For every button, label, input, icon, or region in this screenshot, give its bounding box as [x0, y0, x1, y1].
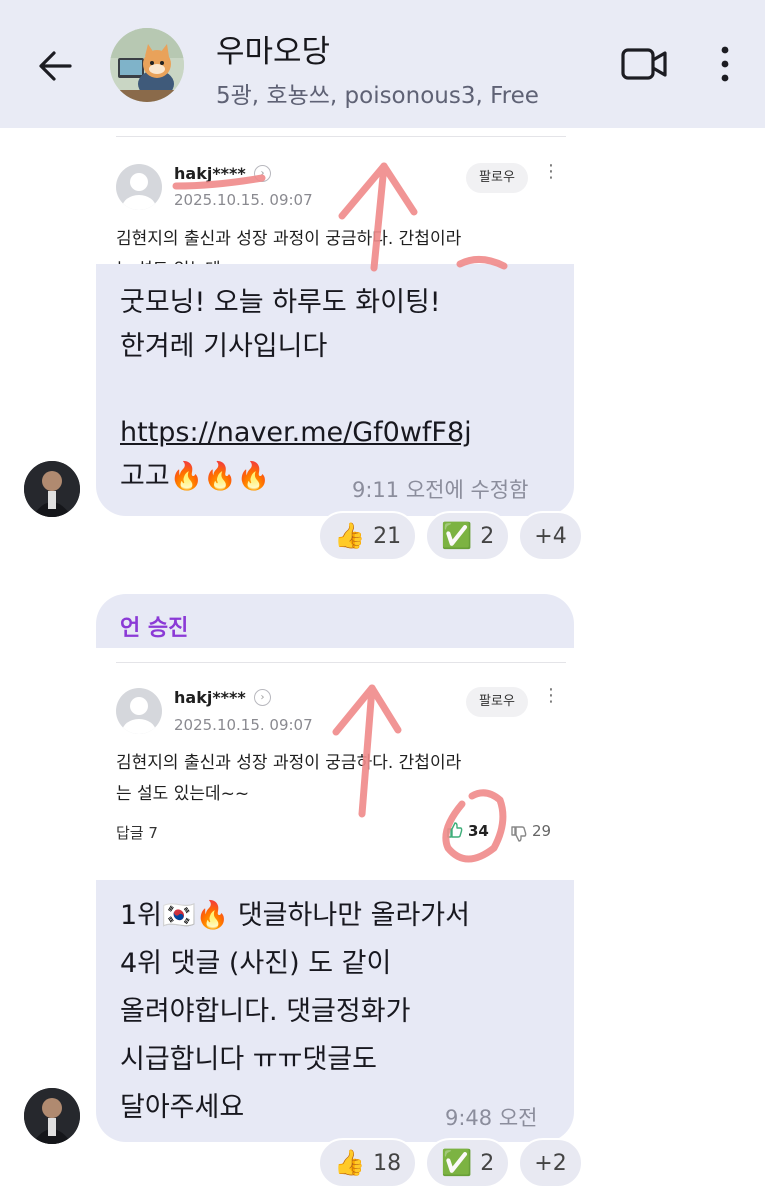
reactions: 👍 18 ✅ 2 +2 — [318, 1138, 583, 1188]
thumbs-up-icon: 👍 — [334, 1148, 366, 1177]
message-line: 고고🔥🔥🔥 — [120, 461, 271, 492]
reaction-thumbs-up[interactable]: 👍 18 — [318, 1138, 418, 1188]
message-link[interactable]: https://naver.me/Gf0wfF8j — [120, 410, 472, 455]
more-vertical-icon: ⋮ — [542, 685, 560, 706]
back-button[interactable] — [34, 44, 78, 88]
message-time: 9:48 오전 — [445, 1106, 538, 1130]
comment-date: 2025.10.15. 09:07 — [174, 716, 313, 734]
video-call-button[interactable] — [620, 45, 670, 83]
more-options-button[interactable] — [712, 42, 738, 86]
comment-date: 2025.10.15. 09:07 — [174, 191, 313, 209]
default-user-icon — [122, 173, 156, 210]
group-avatar[interactable] — [110, 28, 184, 102]
reaction-count: 18 — [373, 1150, 402, 1176]
message-bubble[interactable]: 1위🇰🇷🔥 댓글하나만 올라가서 4위 댓글 (사진) 도 같이 올려야합니다.… — [96, 880, 574, 1142]
follow-button: 팔로우 — [466, 687, 528, 717]
reaction-thumbs-up[interactable]: 👍 21 — [318, 511, 418, 561]
divider — [116, 662, 566, 663]
default-user-icon — [122, 697, 156, 734]
reaction-more-count: +2 — [534, 1150, 567, 1176]
comment-body: 김현지의 출신과 성장 과정이 궁금하다. 간첩이라 는 설도 있는데~ — [116, 229, 462, 264]
like-icon — [447, 822, 463, 838]
comment-username: hakj**** — [174, 688, 246, 707]
chevron-right-icon: › — [254, 165, 271, 182]
chat-header: 우마오당 5광, 호뇽쓰, poisonous3, Free — [0, 0, 765, 128]
more-vertical-icon — [721, 46, 729, 82]
avatar — [116, 688, 162, 734]
check-mark-icon: ✅ — [441, 1148, 473, 1177]
person-avatar-image — [24, 461, 80, 517]
comment-body: 김현지의 출신과 성장 과정이 궁금하다. 간첩이라 는 설도 있는데~~ — [116, 753, 462, 804]
message-bubble[interactable]: 굿모닝! 오늘 하루도 화이팅! 한겨레 기사입니다 https://naver… — [96, 264, 574, 516]
chat-area[interactable]: hakj**** › 2025.10.15. 09:07 팔로우 ⋮ 김현지의 … — [0, 128, 765, 1200]
chat-members[interactable]: 5광, 호뇽쓰, poisonous3, Free — [216, 76, 539, 110]
reaction-more[interactable]: +4 — [518, 511, 583, 561]
reaction-count: 2 — [480, 1150, 495, 1176]
arrow-left-icon — [39, 51, 72, 81]
more-vertical-icon: ⋮ — [542, 161, 560, 182]
check-mark-icon: ✅ — [441, 521, 473, 550]
sender-avatar[interactable] — [24, 1088, 80, 1144]
embedded-comment-screenshot[interactable]: hakj**** › 2025.10.15. 09:07 팔로우 ⋮ 김현지의 … — [96, 128, 574, 264]
reply-count: 답글 7 — [116, 824, 158, 842]
dislike-icon — [511, 826, 527, 842]
reaction-count: 2 — [480, 523, 495, 549]
sender-avatar[interactable] — [24, 461, 80, 517]
chat-title[interactable]: 우마오당 — [216, 26, 330, 71]
dislike-count: 29 — [532, 822, 552, 840]
message-text: 1위🇰🇷🔥 댓글하나만 올라가서 4위 댓글 (사진) 도 같이 올려야합니다.… — [120, 900, 470, 1123]
video-call-icon — [621, 48, 667, 80]
message-line: 굿모닝! 오늘 하루도 화이팅! — [120, 287, 441, 318]
chevron-right-icon: › — [254, 689, 271, 706]
cat-avatar-image — [110, 28, 184, 102]
reply-to-name: 언 승진 — [120, 616, 189, 641]
message-line: 한겨레 기사입니다 — [120, 331, 328, 362]
thumbs-up-icon: 👍 — [334, 521, 366, 550]
reaction-more[interactable]: +2 — [518, 1138, 583, 1188]
message-time: 9:11 오전에 수정함 — [352, 478, 529, 502]
person-avatar-image — [24, 1088, 80, 1144]
embedded-comment-screenshot[interactable]: hakj**** › 2025.10.15. 09:07 팔로우 ⋮ 김현지의 … — [96, 648, 574, 878]
reaction-count: 21 — [373, 523, 402, 549]
follow-button: 팔로우 — [466, 163, 528, 193]
reaction-check[interactable]: ✅ 2 — [425, 511, 511, 561]
reaction-check[interactable]: ✅ 2 — [425, 1138, 511, 1188]
avatar — [116, 164, 162, 210]
divider — [116, 136, 566, 137]
comment-username: hakj**** — [174, 164, 246, 183]
like-count: 34 — [468, 822, 489, 840]
reaction-more-count: +4 — [534, 523, 567, 549]
reactions: 👍 21 ✅ 2 +4 — [318, 511, 583, 561]
